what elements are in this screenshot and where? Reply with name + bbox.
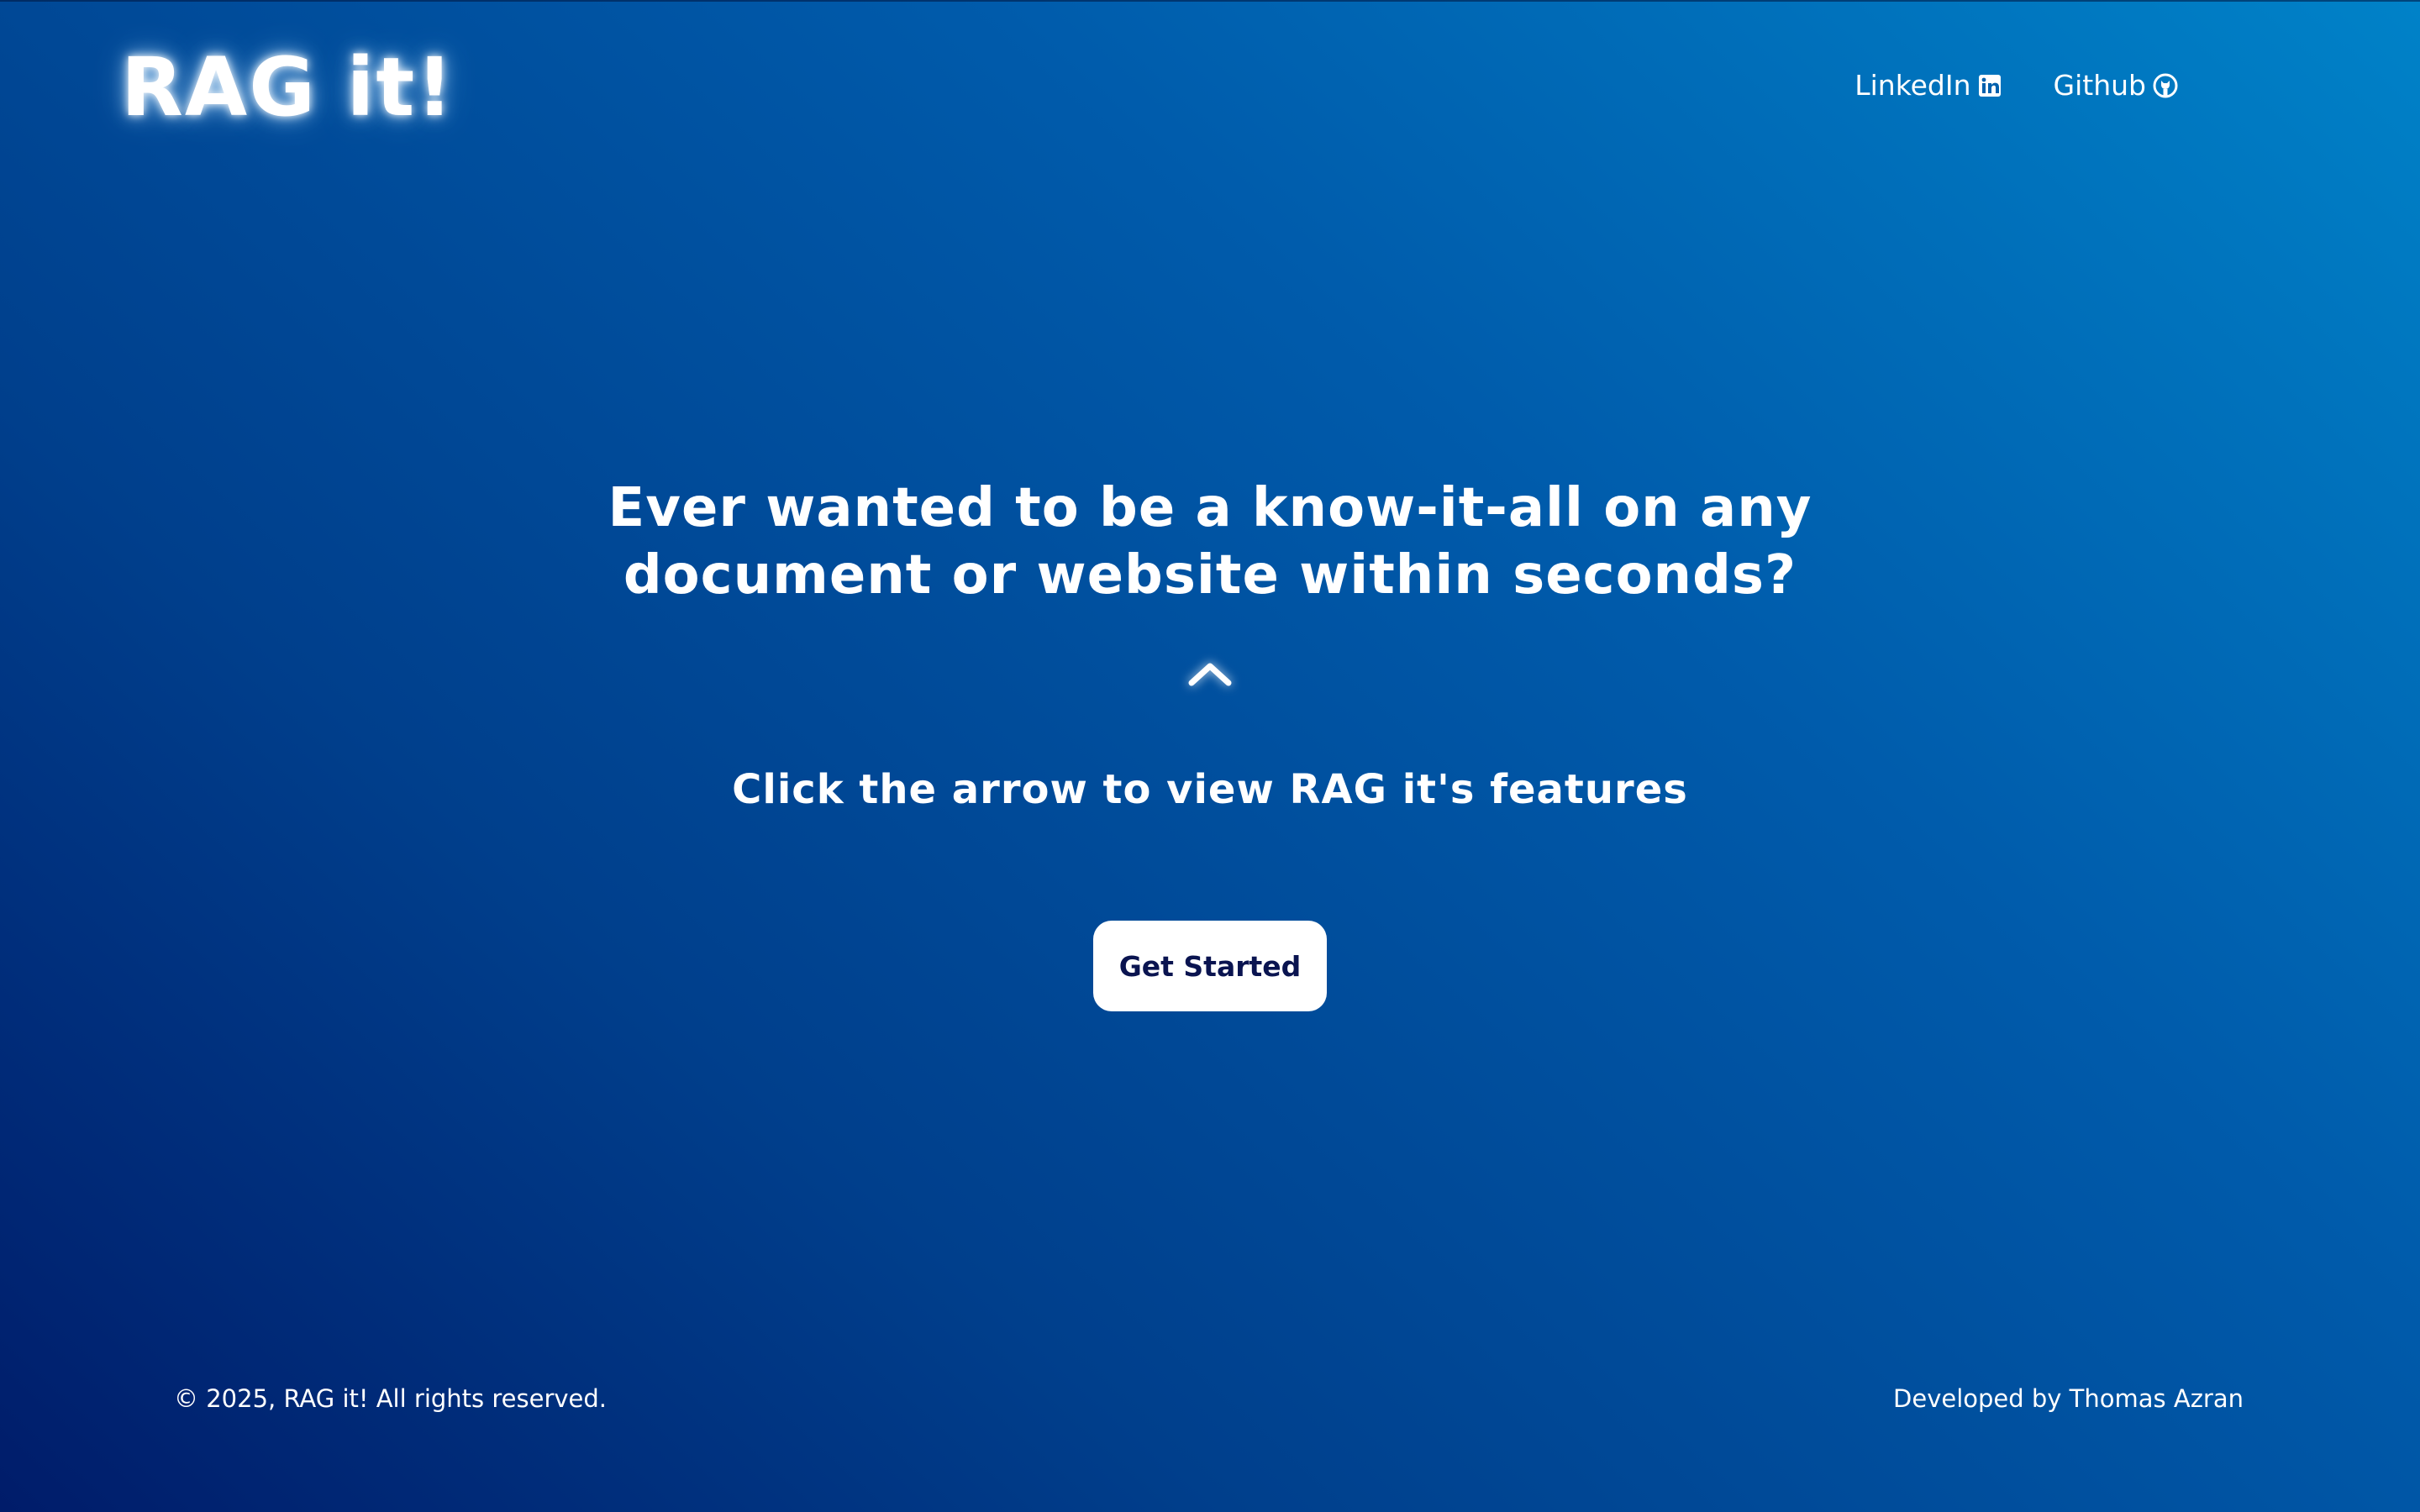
nav-link-linkedin[interactable]: LinkedIn (1854, 60, 2001, 111)
top-nav: LinkedIn Github (1854, 60, 2178, 111)
top-border (0, 0, 2420, 2)
nav-link-github-label: Github (2053, 69, 2146, 102)
nav-link-linkedin-label: LinkedIn (1854, 69, 1971, 102)
linkedin-icon (1978, 74, 2002, 97)
footer-copyright: © 2025, RAG it! All rights reserved. (174, 1384, 607, 1413)
features-hint: Click the arrow to view RAG it's feature… (732, 766, 1688, 813)
footer-credit: Developed by Thomas Azran (1893, 1384, 2244, 1413)
github-icon (2153, 73, 2178, 98)
chevron-up-icon[interactable] (1185, 651, 1235, 693)
site-logo[interactable]: RAG it! (121, 37, 455, 138)
get-started-button[interactable]: Get Started (1093, 921, 1327, 1011)
hero-headline: Ever wanted to be a know-it-all on any d… (608, 477, 1812, 606)
hero-section: Ever wanted to be a know-it-all on any d… (0, 475, 2420, 609)
nav-link-github[interactable]: Github (2054, 60, 2178, 111)
